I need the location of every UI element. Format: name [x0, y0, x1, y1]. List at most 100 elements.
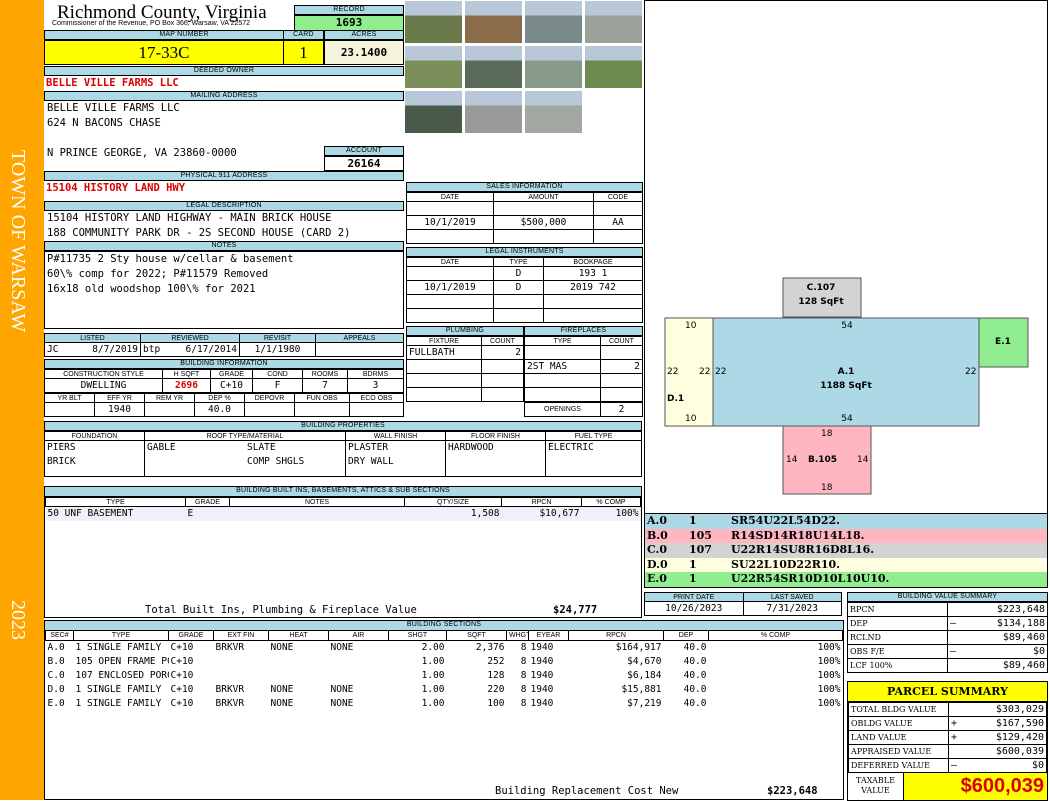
cell	[406, 201, 494, 216]
cell	[329, 654, 389, 668]
dim: 22	[715, 367, 726, 377]
cell: ELECTRIC	[545, 440, 642, 477]
dim: 54	[841, 321, 853, 331]
cell: 1940	[530, 669, 554, 681]
cell: C+10	[210, 378, 253, 393]
roof-material: SLATE	[247, 442, 276, 453]
cell: C+10	[170, 683, 194, 695]
col-header: NOTES	[229, 497, 405, 507]
col-header: REM YR	[144, 393, 195, 403]
sections-label: BUILDING SECTIONS	[45, 621, 843, 631]
card-number: 1	[283, 40, 324, 65]
table-row	[406, 229, 643, 244]
cell	[214, 668, 269, 682]
vector-row: A.0 1 SR54U22L54D22.	[645, 514, 1047, 529]
cell: 1940	[94, 402, 145, 417]
cell	[44, 402, 95, 417]
col-header: EFF YR	[94, 393, 145, 403]
cell: +	[948, 716, 963, 731]
vector-section: E.0	[647, 572, 667, 585]
property-value: PIERS	[47, 442, 76, 453]
dim: 10	[685, 414, 697, 424]
table-row: A.0 1 SINGLE FAMILY C+10 BRKVR NONE NONE 2.00 2…	[46, 640, 843, 654]
cell	[269, 668, 329, 682]
sketch-label: 1188 SqFt	[820, 381, 872, 391]
builtins-label: BUILDING BUILT INS, BASEMENTS, ATTICS & …	[45, 487, 641, 497]
cell: DEFERRED VALUE	[848, 758, 949, 773]
header-row: FOUNDATION ROOF TYPE/MATERIAL WALL FINISH F…	[44, 431, 642, 441]
cell: D	[493, 266, 544, 281]
acres-label: ACRES	[324, 30, 404, 40]
col-header: YR BLT	[44, 393, 95, 403]
cell: 100%	[817, 683, 841, 695]
cell: $4,670	[627, 655, 662, 667]
cell	[948, 702, 963, 717]
col-header: QTY/SIZE	[404, 497, 502, 507]
cell: RPCN	[847, 602, 948, 617]
vector-path: U22R14SU8R16D8L16.	[731, 543, 875, 556]
roof-material: COMP SHGLS	[247, 456, 305, 467]
table-row	[524, 387, 643, 402]
property-photo	[404, 90, 463, 134]
cell	[406, 294, 494, 309]
cell: $500,000	[493, 215, 594, 230]
cell	[406, 308, 494, 323]
building-sections: BUILDING SECTIONS SEC# TYPE GRADE EXT FIN HE…	[44, 620, 844, 800]
cell	[524, 373, 601, 388]
cell	[294, 402, 350, 417]
header-row: DATE TYPE BOOKPAGE	[406, 257, 643, 267]
vector-section: C.0	[647, 543, 668, 556]
table-row	[406, 201, 643, 216]
cell: 1940	[530, 697, 554, 709]
col-header: GRADE	[210, 369, 253, 379]
table-row: APPRAISED VALUE $600,039	[848, 744, 1047, 759]
col-header: CONSTRUCTION STYLE	[44, 369, 163, 379]
cell	[406, 359, 482, 374]
cell: 1.00	[421, 697, 445, 709]
cell	[600, 387, 643, 402]
cell: 105 OPEN FRAME PCH	[75, 655, 169, 667]
cell	[593, 229, 643, 244]
physical-label: PHYSICAL 911 ADDRESS	[44, 171, 404, 181]
vector-row: D.0 1 SU22L10D22R10.	[645, 557, 1047, 572]
cell: 2	[600, 359, 643, 374]
cell	[543, 294, 643, 309]
cell: 40.0	[683, 697, 707, 709]
cell	[214, 654, 269, 668]
col-header: WHGT	[506, 631, 529, 641]
col-header: REVISIT	[239, 333, 316, 343]
cell: 100%	[817, 697, 841, 709]
cell: 40.0	[683, 683, 707, 695]
col-header: TYPE	[493, 257, 544, 267]
cell: C+10	[170, 697, 194, 709]
cell	[948, 744, 963, 759]
cell: 252	[487, 655, 505, 667]
cell: $0	[961, 644, 1048, 659]
dim: 22	[699, 367, 710, 377]
cell: 40.0	[683, 669, 707, 681]
cell: 193 1	[543, 266, 643, 281]
map-number: 17-33C	[44, 40, 284, 65]
builtins-total: $24,777	[553, 604, 598, 616]
dim: 18	[821, 483, 833, 493]
col-header: ROOMS	[302, 369, 348, 379]
account-label: ACCOUNT	[324, 146, 404, 156]
cell	[947, 602, 962, 617]
cell: –	[947, 616, 962, 631]
col-header: SQFT	[446, 631, 507, 641]
cell: PLASTER DRY WALL	[345, 440, 446, 477]
cell: 2,376	[475, 641, 505, 653]
table-row: D.0 1 SINGLE FAMILY C+10 BRKVR NONE NONE 1.00 2…	[46, 682, 843, 696]
year-label: 2023	[7, 600, 29, 640]
property-photo	[584, 45, 643, 89]
cell: E	[185, 506, 230, 521]
vector-code: 1	[689, 572, 697, 585]
cell: BRKVR	[215, 697, 245, 709]
roof-type: GABLE	[147, 442, 176, 453]
cell	[406, 387, 482, 402]
owner-name: BELLE VILLE FARMS LLC	[46, 77, 179, 89]
value-summary: BUILDING VALUE SUMMARY RPCN $223,648 DEP – $…	[847, 592, 1048, 673]
listed-by: JC	[47, 344, 59, 355]
last-saved-label: LAST SAVED	[742, 592, 842, 602]
photo-gallery	[404, 0, 644, 135]
